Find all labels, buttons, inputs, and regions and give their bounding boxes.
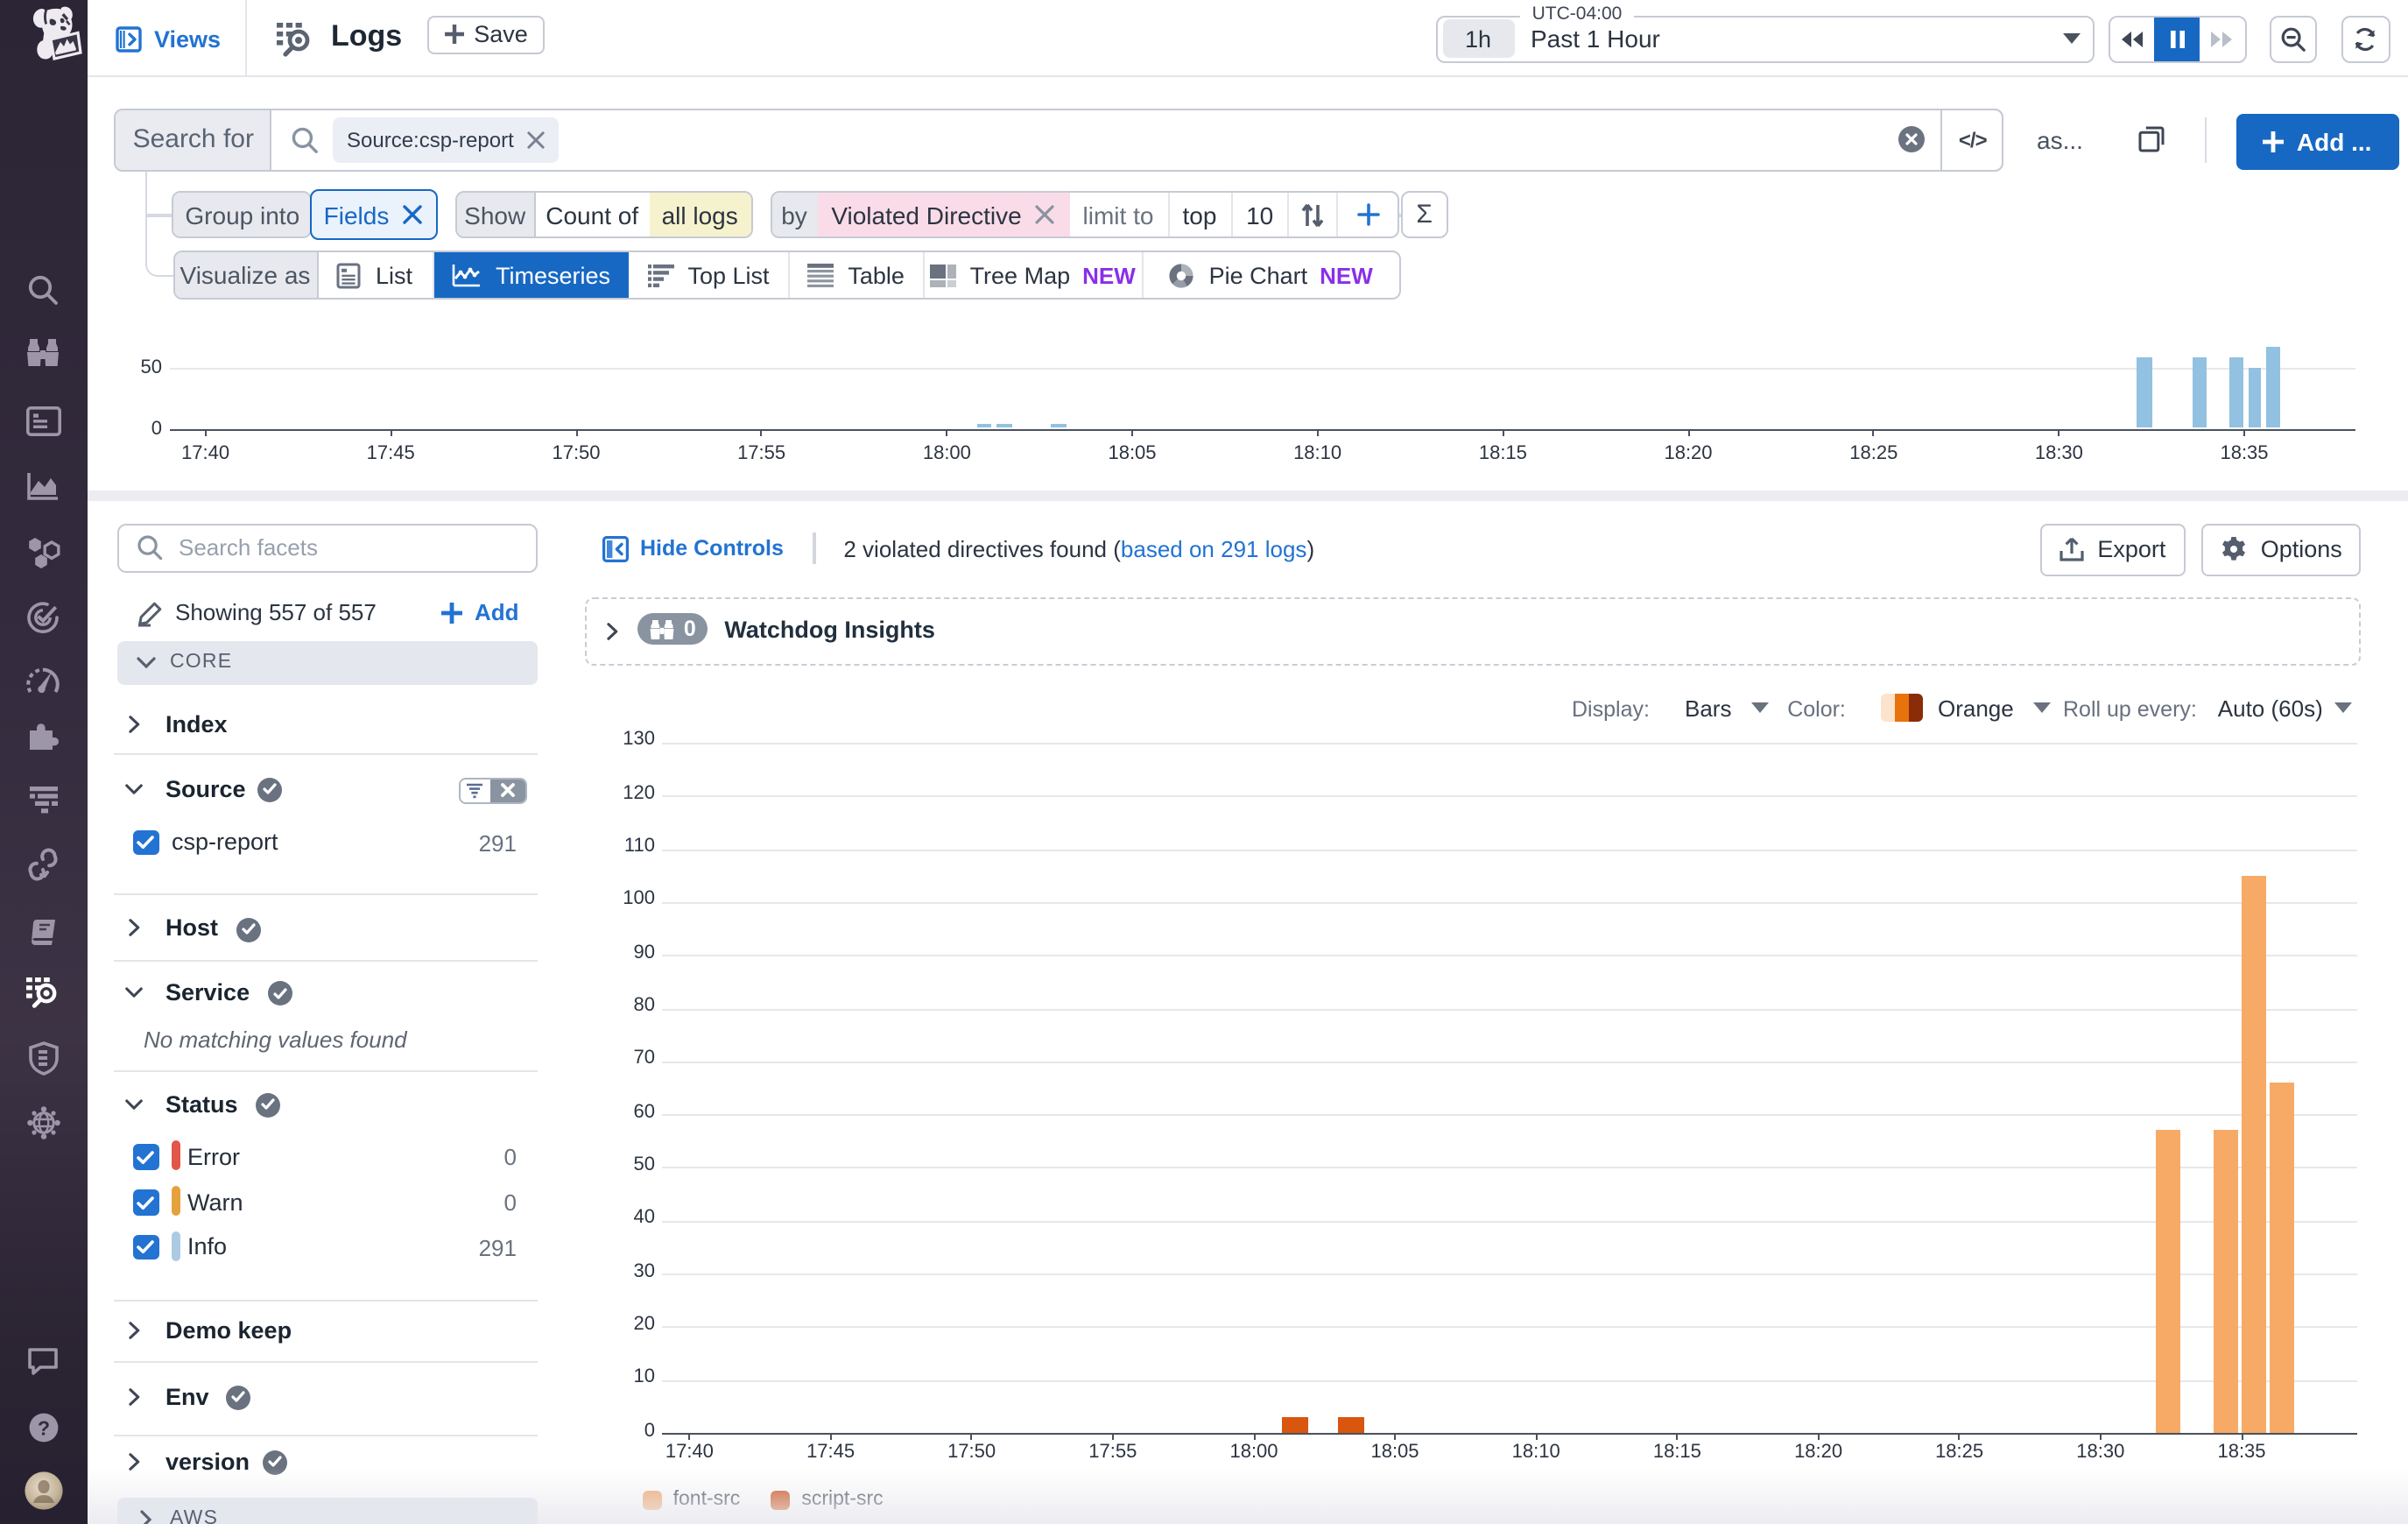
svg-text:?: ? <box>37 1416 49 1439</box>
